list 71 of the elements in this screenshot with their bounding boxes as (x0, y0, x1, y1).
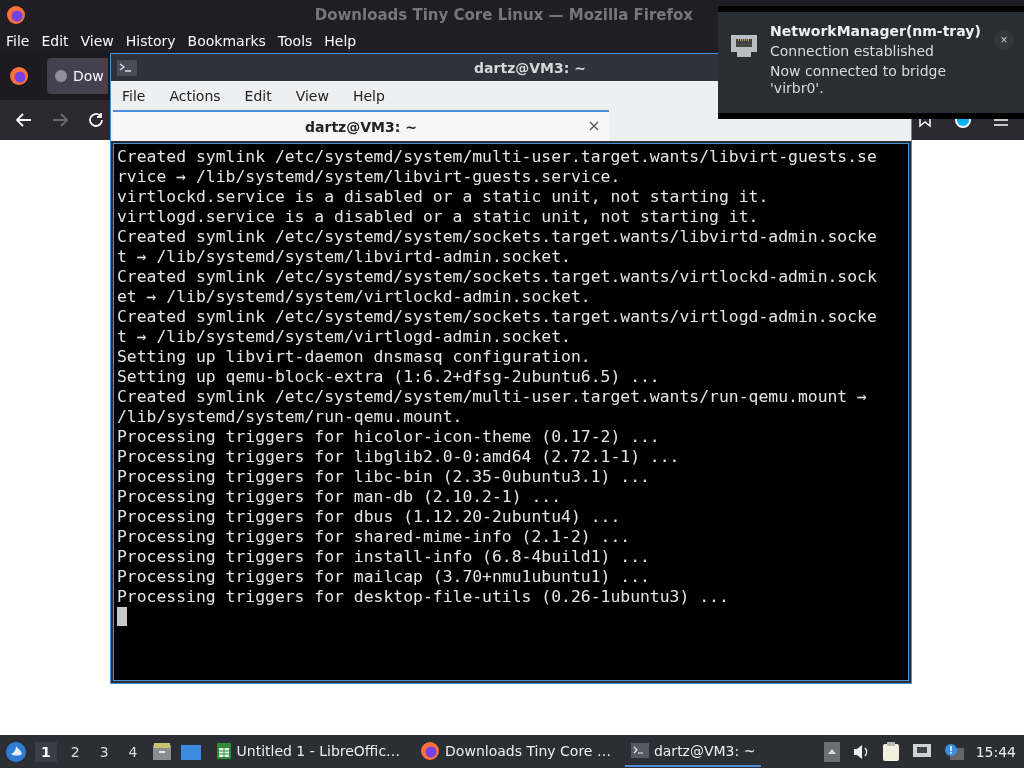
terminal-line: Setting up qemu-block-extra (1:6.2+dfsg-2ubuntu6.5) ... (117, 367, 661, 387)
back-icon[interactable] (15, 111, 33, 129)
show-hidden-icon[interactable] (823, 741, 840, 762)
terminal-line: virtlogd.service is a disabled or a static unit, not starting it. (117, 207, 760, 227)
notification-icon[interactable] (943, 742, 964, 761)
menu-item[interactable]: View (80, 33, 114, 49)
window-title: Downloads Tiny Core Linux — Mozilla Firefox (314, 6, 693, 24)
terminal-line: Setting up libvirt-daemon dnsmasq configuration. (117, 347, 592, 367)
task-button[interactable]: Downloads Tiny Core … (414, 736, 617, 767)
terminal-line: Processing triggers for mailcap (3.70+nmu1ubuntu1) ... (117, 567, 651, 587)
terminal-line: /lib/systemd/system/run-qemu.mount. (117, 407, 464, 427)
loading-icon (54, 69, 68, 83)
terminal-line: rvice → /lib/systemd/system/libvirt-guests.service. (117, 167, 622, 187)
workspace-button[interactable]: 3 (93, 741, 115, 762)
terminal-line: Processing triggers for install-info (6.8-4build1) ... (117, 547, 651, 567)
menu-item[interactable]: Actions (169, 87, 221, 104)
menu-item[interactable]: Edit (41, 33, 69, 49)
terminal-icon (117, 59, 137, 76)
menu-item[interactable]: History (125, 33, 176, 49)
clipboard-icon[interactable] (881, 741, 900, 762)
menu-item[interactable]: Help (352, 87, 385, 104)
terminal-line: Created symlink /etc/systemd/system/multi-user.target.wants/run-qemu.mount → (117, 387, 868, 407)
window-title: dartz@VM3: ~ (474, 59, 586, 76)
clock[interactable]: 15:44 (975, 743, 1016, 760)
forward-icon[interactable] (51, 111, 69, 129)
spreadsheet-icon (215, 741, 232, 760)
terminal-line: Processing triggers for desktop-file-utils (0.26-1ubuntu3) ... (117, 587, 730, 607)
menu-item[interactable]: Tools (277, 33, 313, 49)
task-button[interactable]: Untitled 1 - LibreOffic… (209, 736, 407, 767)
terminal-line: t → /lib/systemd/system/libvirtd-admin.socket. (117, 247, 572, 267)
firefox-logo-icon (6, 5, 26, 25)
terminal-icon (630, 743, 649, 758)
firefox-logo-icon[interactable] (9, 66, 29, 86)
firefox-logo-icon (420, 740, 441, 761)
volume-icon[interactable] (851, 743, 870, 760)
close-icon[interactable] (589, 121, 599, 131)
file-manager-icon[interactable] (151, 741, 172, 762)
menu-item[interactable]: View (295, 87, 329, 104)
browser-tab[interactable]: Dow (47, 58, 108, 94)
terminal-tab[interactable]: dartz@VM3: ~ (113, 110, 609, 141)
terminal-line: Processing triggers for dbus (1.12.20-2ubuntu4) ... (117, 507, 622, 527)
menu-item[interactable]: File (122, 87, 146, 104)
notification-body: Now connected to bridge 'virbr0'. (770, 63, 948, 97)
terminal-line: virtlockd.service is a disabled or a static unit, not starting it. (117, 187, 770, 207)
menu-item[interactable]: Help (324, 33, 357, 49)
menu-item[interactable]: Edit (244, 87, 272, 104)
notification-summary: Connection established (770, 43, 935, 59)
terminal-line: Processing triggers for man-db (2.10.2-1) ... (117, 487, 563, 507)
workspace-button[interactable]: 4 (122, 741, 144, 762)
workspace-button[interactable]: 2 (64, 741, 86, 762)
reload-icon[interactable] (87, 111, 105, 129)
terminal-line: Processing triggers for shared-mime-info (2.1-2) ... (117, 527, 632, 547)
text-cursor (117, 607, 127, 626)
notification-title: NetworkManager(nm-tray) (770, 23, 982, 39)
start-menu-icon[interactable] (5, 740, 27, 763)
workspace-button[interactable]: 1 (35, 741, 57, 762)
menu-item[interactable]: File (6, 33, 30, 49)
terminal-line: Created symlink /etc/systemd/system/sockets.target.wants/virtlogd-admin.socke (117, 307, 878, 327)
terminal-line: Created symlink /etc/systemd/system/sockets.target.wants/libvirtd-admin.socke (117, 227, 878, 247)
desktop-icon[interactable] (179, 742, 202, 761)
terminal-line: et → /lib/systemd/system/virtlockd-admin.socket. (117, 287, 592, 307)
menu-item[interactable]: Bookmarks (187, 33, 266, 49)
terminal-line: Processing triggers for libc-bin (2.35-0ubuntu3.1) ... (117, 467, 651, 487)
terminal-line: Created symlink /etc/systemd/system/multi-user.target.wants/libvirt-guests.se (117, 147, 878, 167)
terminal-line: Processing triggers for libglib2.0-0:amd64 (2.72.1-1) ... (117, 447, 681, 467)
task-button[interactable]: dartz@VM3: ~ (624, 736, 762, 767)
network-port-icon (730, 34, 758, 58)
terminal-line: Created symlink /etc/systemd/system/sockets.target.wants/virtlockd-admin.sock (117, 267, 878, 287)
terminal-line: Processing triggers for hicolor-icon-theme (0.17-2) ... (117, 427, 661, 447)
close-button[interactable]: × (994, 30, 1014, 50)
terminal-line: t → /lib/systemd/system/virtlogd-admin.socket. (117, 327, 572, 347)
